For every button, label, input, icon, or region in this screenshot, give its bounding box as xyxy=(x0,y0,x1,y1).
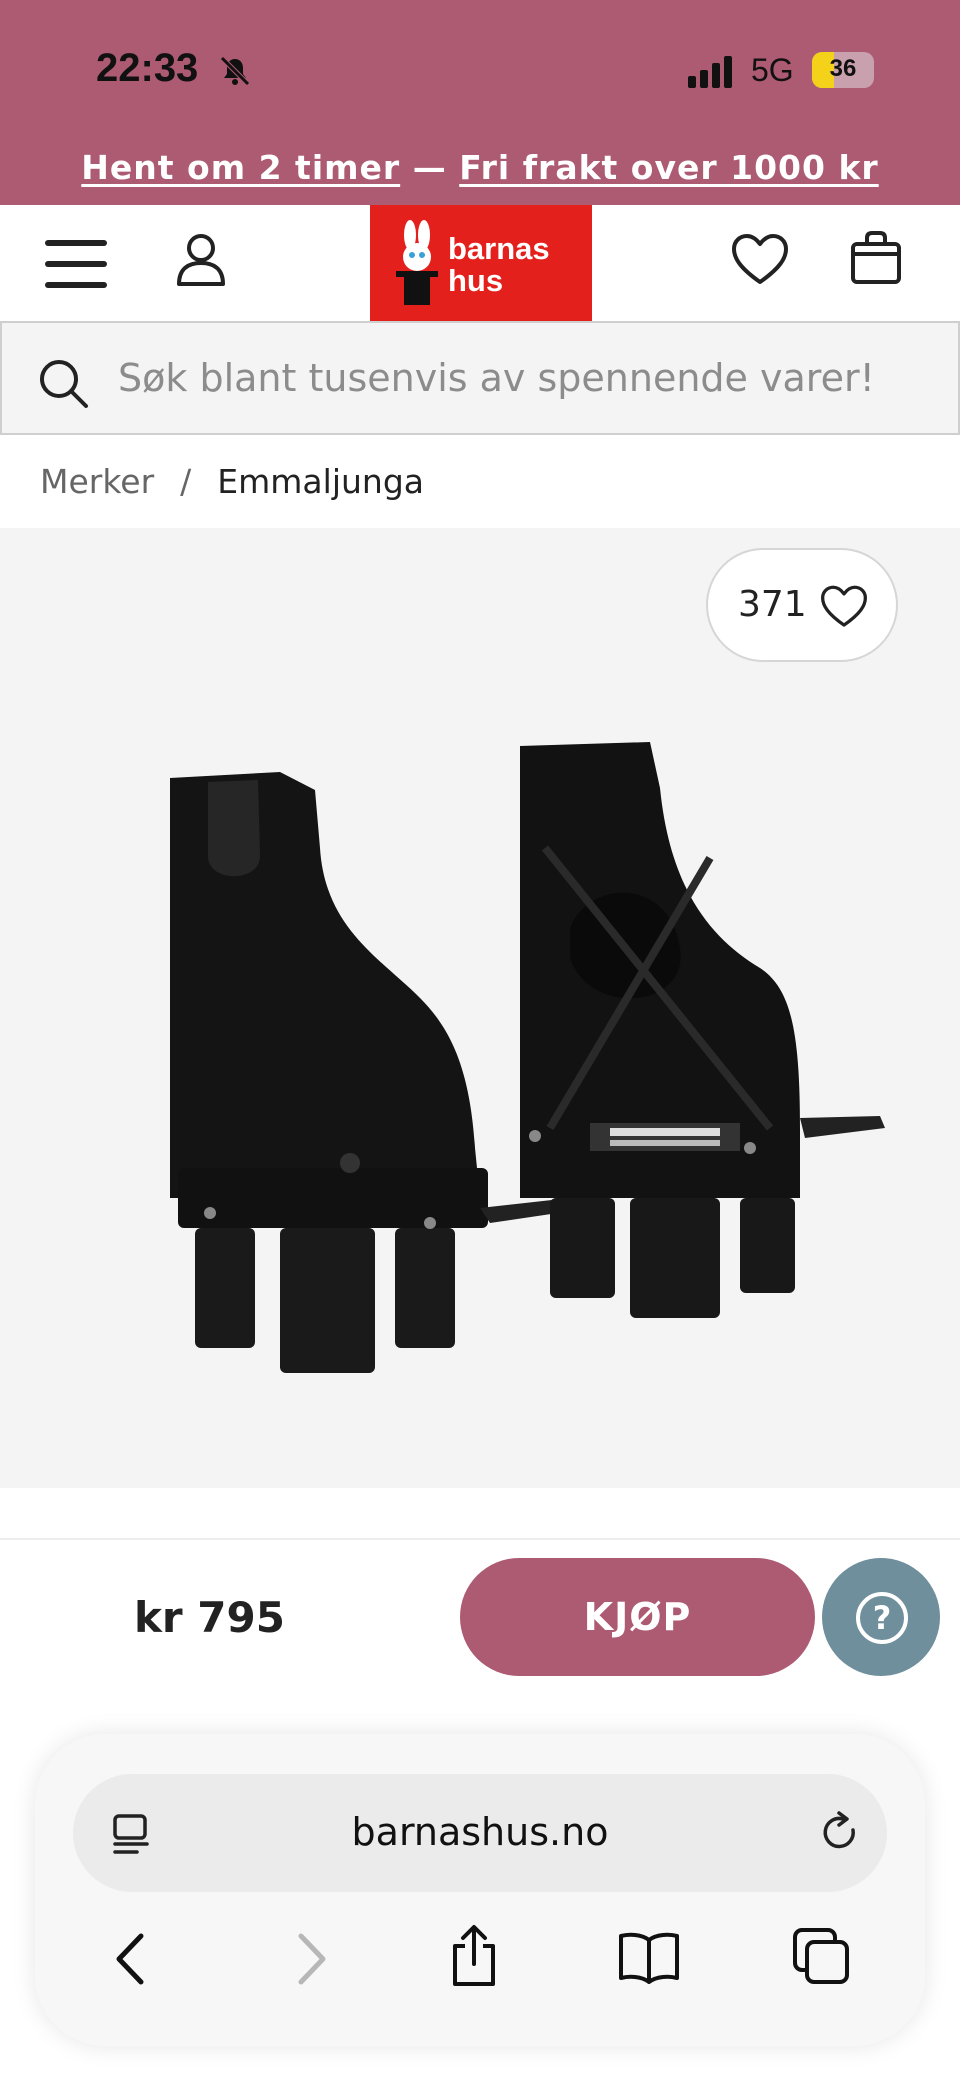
breadcrumb-separator: / xyxy=(180,462,192,501)
favorite-count: 371 xyxy=(738,584,807,625)
browser-toolbar: barnashus.no xyxy=(35,1734,925,2046)
favorite-heart-icon xyxy=(821,585,867,627)
logo-line1: barnas xyxy=(448,231,550,266)
product-image xyxy=(170,742,885,1373)
search-bar xyxy=(0,321,960,435)
account-icon[interactable] xyxy=(175,232,227,288)
search-icon[interactable] xyxy=(38,358,90,410)
reload-icon[interactable] xyxy=(817,1810,863,1856)
breadcrumb-item-emmaljunga[interactable]: Emmaljunga xyxy=(217,462,424,501)
url-text: barnashus.no xyxy=(351,1810,609,1854)
forward-arrow-icon[interactable] xyxy=(293,1932,329,1986)
address-bar[interactable]: barnashus.no xyxy=(73,1774,887,1892)
section-divider xyxy=(0,1538,960,1540)
network-type: 5G xyxy=(751,52,794,88)
tabs-icon[interactable] xyxy=(791,1926,851,1986)
share-icon[interactable] xyxy=(447,1924,501,1988)
barnashus-logo[interactable]: barnas hus xyxy=(370,205,592,321)
battery-level: 36 xyxy=(829,55,857,82)
buy-button[interactable]: KJØP xyxy=(460,1558,815,1676)
status-time: 22:33 xyxy=(96,46,199,90)
breadcrumb: Merker / Emmaljunga xyxy=(40,462,424,501)
favorite-button[interactable]: 371 xyxy=(706,548,898,662)
cart-bag-icon[interactable] xyxy=(850,230,902,286)
pickup-link[interactable]: Hent om 2 timer xyxy=(81,148,400,187)
menu-icon[interactable] xyxy=(45,240,107,288)
promo-banner: Hent om 2 timer — Fri frakt over 1000 kr xyxy=(0,148,960,187)
promo-separator: — xyxy=(412,148,447,187)
battery-icon: 36 xyxy=(812,52,874,88)
back-arrow-icon[interactable] xyxy=(113,1932,149,1986)
logo-text: barnas hus xyxy=(448,233,550,297)
bookmarks-icon[interactable] xyxy=(617,1930,681,1984)
free-shipping-link[interactable]: Fri frakt over 1000 kr xyxy=(459,148,879,187)
help-icon: ? xyxy=(856,1592,908,1644)
rabbit-hat-icon xyxy=(396,220,438,305)
product-price: kr 795 xyxy=(134,1593,285,1642)
logo-line2: hus xyxy=(448,263,504,298)
bell-muted-icon xyxy=(220,56,250,86)
search-input[interactable] xyxy=(118,353,918,403)
breadcrumb-item-merker[interactable]: Merker xyxy=(40,462,154,501)
wishlist-heart-icon[interactable] xyxy=(730,232,790,288)
help-button[interactable]: ? xyxy=(822,1558,940,1676)
